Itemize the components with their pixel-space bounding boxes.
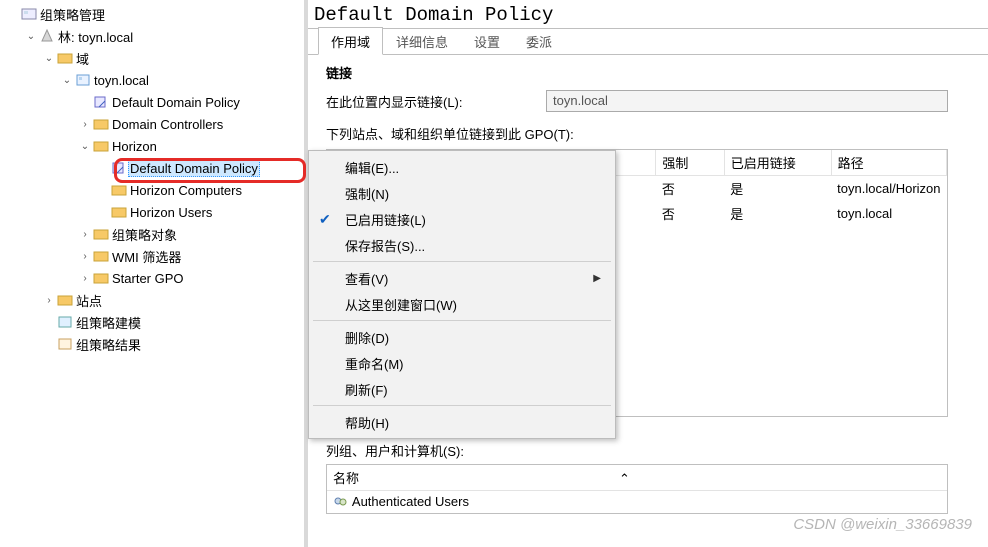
tree-gpo-objects-label: 组策略对象	[110, 225, 179, 244]
users-icon	[333, 496, 349, 510]
tree-wmi-label: WMI 筛选器	[110, 247, 183, 266]
tree-horizon[interactable]: ⌄ Horizon	[78, 135, 304, 157]
ou-icon	[92, 139, 110, 153]
chevron-down-icon[interactable]: ⌄	[24, 31, 38, 42]
modeling-icon	[56, 315, 74, 329]
chevron-down-icon[interactable]: ⌄	[60, 75, 74, 86]
tree-results-label: 组策略结果	[74, 335, 143, 354]
col-path[interactable]: 路径	[831, 150, 946, 176]
tree-horizon-label: Horizon	[110, 139, 159, 154]
gpm-icon	[20, 6, 38, 22]
gpo-link-icon	[92, 95, 110, 109]
chevron-right-icon[interactable]: ›	[78, 119, 92, 130]
show-links-label: 在此位置内显示链接(L):	[326, 92, 546, 111]
security-filter-label: 列组、用户和计算机(S):	[326, 441, 978, 460]
tree-dc-label: Domain Controllers	[110, 117, 225, 132]
linked-to-label: 下列站点、域和组织单位链接到此 GPO(T):	[326, 120, 978, 143]
tab-scope[interactable]: 作用域	[318, 27, 383, 55]
tree-forest-label: 林: toyn.local	[56, 27, 135, 46]
tree-results[interactable]: 组策略结果	[42, 333, 304, 355]
menu-help[interactable]: 帮助(H)	[309, 409, 615, 435]
tree-domain[interactable]: ⌄ toyn.local	[60, 69, 304, 91]
tree-wmi[interactable]: › WMI 筛选器	[78, 245, 304, 267]
tree-modeling[interactable]: 组策略建模	[42, 311, 304, 333]
menu-separator	[313, 261, 611, 262]
security-filter-grid[interactable]: 名称⌃ Authenticated Users	[326, 464, 948, 514]
menu-separator	[313, 405, 611, 406]
security-filter-value: Authenticated Users	[352, 494, 469, 509]
tree-starter-gpo[interactable]: › Starter GPO	[78, 267, 304, 289]
tree-ddp[interactable]: Default Domain Policy	[78, 91, 304, 113]
tree-horizon-ddp-label: Default Domain Policy	[128, 160, 260, 177]
col-name[interactable]: 名称⌃	[327, 465, 947, 491]
context-menu: 编辑(E)... 强制(N) ✔ 已启用链接(L) 保存报告(S)... 查看(…	[308, 150, 616, 439]
tree-sites[interactable]: › 站点	[42, 289, 304, 311]
folder-icon	[56, 51, 74, 65]
check-icon: ✔	[319, 211, 331, 228]
folder-icon	[92, 249, 110, 263]
tree-domain-label: toyn.local	[92, 73, 151, 88]
menu-delete[interactable]: 删除(D)	[309, 324, 615, 350]
menu-force[interactable]: 强制(N)	[309, 180, 615, 206]
chevron-right-icon[interactable]: ›	[78, 273, 92, 284]
chevron-down-icon[interactable]: ⌄	[42, 53, 56, 64]
tree-horizon-computers[interactable]: Horizon Computers	[96, 179, 304, 201]
tree-horizon-users[interactable]: Horizon Users	[96, 201, 304, 223]
tree-pane: 组策略管理 ⌄ 林: toyn.local	[0, 0, 308, 547]
chevron-right-icon[interactable]: ›	[78, 229, 92, 240]
domain-icon	[74, 73, 92, 87]
tree-horizon-ddp[interactable]: Default Domain Policy	[96, 157, 304, 179]
tree-root[interactable]: 组策略管理	[6, 3, 304, 25]
tree-modeling-label: 组策略建模	[74, 313, 143, 332]
chevron-down-icon[interactable]: ⌄	[78, 141, 92, 152]
tab-bar: 作用域 详细信息 设置 委派	[308, 29, 988, 55]
tree-gpo-objects[interactable]: › 组策略对象	[78, 223, 304, 245]
submenu-arrow-icon: ▶	[593, 273, 601, 284]
chevron-right-icon[interactable]: ›	[78, 251, 92, 262]
show-links-dropdown[interactable]: toyn.local	[546, 90, 948, 112]
tree-domains-label: 域	[74, 49, 91, 68]
tree-horizon-users-label: Horizon Users	[128, 205, 214, 220]
page-title: Default Domain Policy	[308, 0, 988, 29]
tree-dc[interactable]: › Domain Controllers	[78, 113, 304, 135]
menu-refresh[interactable]: 刷新(F)	[309, 376, 615, 402]
menu-new-window[interactable]: 从这里创建窗口(W)	[309, 291, 615, 317]
tab-details[interactable]: 详细信息	[383, 27, 461, 54]
folder-icon	[92, 271, 110, 285]
menu-separator	[313, 320, 611, 321]
chevron-right-icon[interactable]: ›	[42, 295, 56, 306]
forest-icon	[38, 28, 56, 44]
gpo-link-icon	[110, 161, 128, 175]
ou-icon	[92, 117, 110, 131]
folder-icon	[92, 227, 110, 241]
tree-horizon-computers-label: Horizon Computers	[128, 183, 244, 198]
table-row[interactable]: Authenticated Users	[327, 491, 947, 513]
tree-domains[interactable]: ⌄ 域	[42, 47, 304, 69]
ou-icon	[110, 183, 128, 197]
tree-root-label: 组策略管理	[38, 5, 107, 24]
tree-ddp-label: Default Domain Policy	[110, 95, 242, 110]
menu-save-report[interactable]: 保存报告(S)...	[309, 232, 615, 258]
menu-rename[interactable]: 重命名(M)	[309, 350, 615, 376]
menu-view[interactable]: 查看(V) ▶	[309, 265, 615, 291]
ou-icon	[110, 205, 128, 219]
folder-icon	[56, 293, 74, 307]
tree-forest[interactable]: ⌄ 林: toyn.local	[24, 25, 304, 47]
tab-delegation[interactable]: 委派	[513, 27, 565, 54]
menu-edit[interactable]: 编辑(E)...	[309, 154, 615, 180]
tab-settings[interactable]: 设置	[461, 27, 513, 54]
tree-starter-gpo-label: Starter GPO	[110, 271, 186, 286]
details-pane: Default Domain Policy 作用域 详细信息 设置 委派 链接 …	[308, 0, 988, 547]
tree-sites-label: 站点	[74, 291, 104, 310]
links-heading: 链接	[326, 63, 978, 82]
results-icon	[56, 337, 74, 351]
menu-link-enabled[interactable]: ✔ 已启用链接(L)	[309, 206, 615, 232]
col-forced[interactable]: 强制	[656, 150, 724, 176]
col-enabled[interactable]: 已启用链接	[724, 150, 831, 176]
